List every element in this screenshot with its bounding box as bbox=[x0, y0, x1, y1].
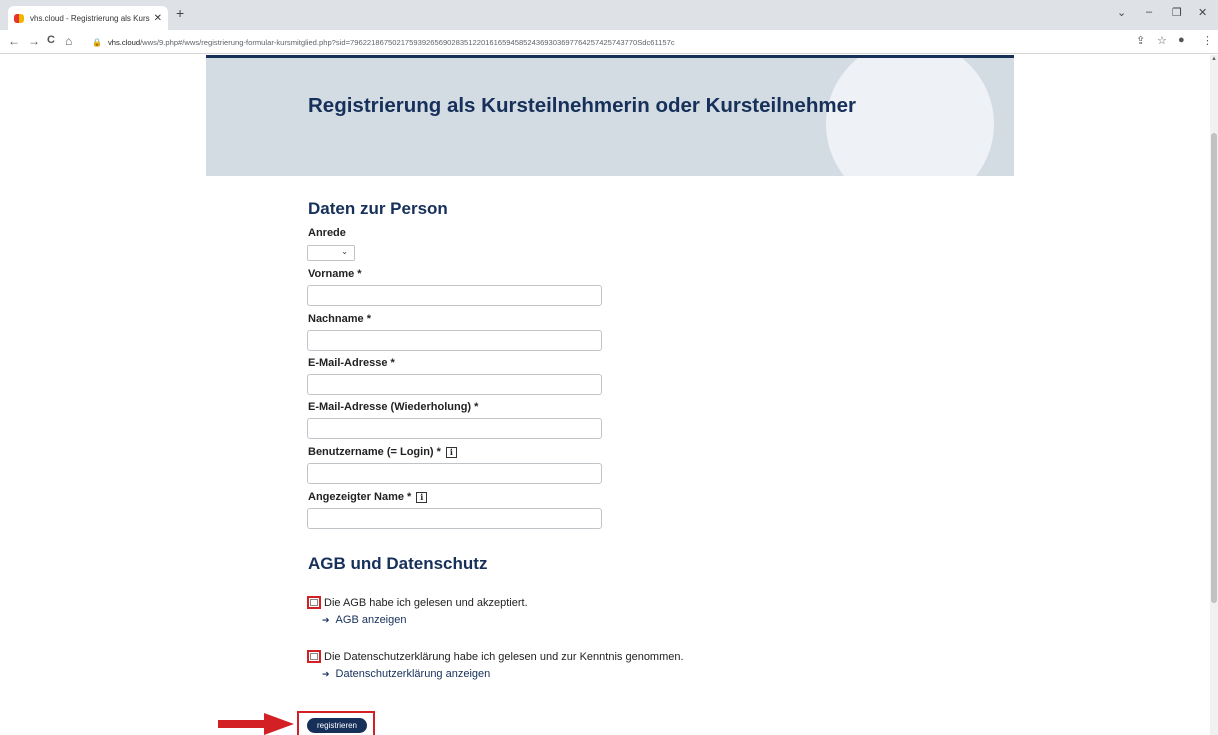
home-icon[interactable]: ⌂ bbox=[65, 34, 72, 48]
salutation-select[interactable]: ⌄ bbox=[307, 245, 355, 261]
lastname-label: Nachname * bbox=[308, 313, 371, 325]
url-host: vhs.cloud bbox=[107, 37, 141, 47]
agb-checkbox-row: Die AGB habe ich gelesen und akzeptiert. bbox=[307, 596, 528, 609]
privacy-link-row: ➔ Datenschutzerklärung anzeigen bbox=[322, 668, 490, 680]
scroll-up-arrow-icon[interactable]: ▲ bbox=[1211, 56, 1217, 62]
share-icon[interactable]: ⇪ bbox=[1136, 34, 1145, 47]
email-repeat-label: E-Mail-Adresse (Wiederholung) * bbox=[308, 401, 479, 413]
close-window-icon[interactable]: ✕ bbox=[1198, 6, 1207, 19]
tab-title: vhs.cloud - Registrierung als Kurs bbox=[30, 13, 150, 23]
bookmark-star-icon[interactable]: ☆ bbox=[1157, 34, 1167, 47]
username-label-row: Benutzername (= Login) * i bbox=[308, 446, 457, 458]
forward-icon[interactable]: → bbox=[28, 34, 40, 48]
page-header-banner: Registrierung als Kursteilnehmerin oder … bbox=[206, 55, 1014, 176]
maximize-icon[interactable]: ❐ bbox=[1172, 6, 1182, 19]
url-path: /wws/9.php#/wws/registrierung-formular-k… bbox=[140, 37, 675, 47]
displayname-input[interactable] bbox=[307, 508, 602, 529]
profile-icon[interactable]: ● bbox=[1178, 34, 1185, 46]
agb-checkbox-label: Die AGB habe ich gelesen und akzeptiert. bbox=[324, 596, 528, 609]
email-input[interactable] bbox=[307, 374, 602, 395]
tab-search-icon[interactable]: ⌄ bbox=[1117, 6, 1126, 19]
chevron-down-icon: ⌄ bbox=[341, 247, 348, 256]
arrow-right-icon: ➔ bbox=[322, 668, 330, 679]
agb-checkbox[interactable] bbox=[310, 599, 318, 606]
back-icon[interactable]: ← bbox=[8, 34, 20, 48]
page-scrollbar[interactable] bbox=[1210, 55, 1218, 735]
displayname-info-icon[interactable]: i bbox=[416, 491, 428, 503]
displayname-label: Angezeigter Name * bbox=[308, 491, 412, 503]
firstname-label: Vorname * bbox=[308, 268, 362, 280]
menu-kebab-icon[interactable]: ⋮ bbox=[1202, 34, 1213, 47]
privacy-checkbox-label: Die Datenschutzerklärung habe ich gelese… bbox=[324, 650, 684, 663]
privacy-highlight-frame bbox=[307, 650, 321, 663]
page-title: Registrierung als Kursteilnehmerin oder … bbox=[308, 94, 856, 117]
username-label: Benutzername (= Login) * bbox=[308, 446, 441, 458]
privacy-checkbox[interactable] bbox=[310, 653, 318, 660]
email-label: E-Mail-Adresse * bbox=[308, 357, 395, 369]
register-button[interactable]: registrieren bbox=[307, 718, 367, 733]
section-title-terms: AGB und Datenschutz bbox=[308, 554, 488, 573]
browser-tab[interactable]: vhs.cloud - Registrierung als Kurs ✕ bbox=[8, 6, 168, 30]
red-pointer-arrow-icon bbox=[218, 713, 294, 735]
agb-link[interactable]: AGB anzeigen bbox=[336, 614, 407, 626]
email-repeat-input[interactable] bbox=[307, 418, 602, 439]
browser-tabbar: vhs.cloud - Registrierung als Kurs ✕ + ⌄… bbox=[0, 0, 1218, 30]
lastname-input[interactable] bbox=[307, 330, 602, 351]
arrow-right-icon: ➔ bbox=[322, 614, 330, 625]
agb-link-row: ➔ AGB anzeigen bbox=[322, 614, 406, 626]
browser-addressbar: ← → C ⌂ 🔒 vhs.cloud /wws/9.php#/wws/regi… bbox=[0, 30, 1218, 54]
minimize-icon[interactable]: – bbox=[1146, 6, 1152, 18]
displayname-label-row: Angezeigter Name * i bbox=[308, 491, 428, 503]
agb-highlight-frame bbox=[307, 596, 321, 609]
privacy-link[interactable]: Datenschutzerklärung anzeigen bbox=[336, 668, 491, 680]
reload-icon[interactable]: C bbox=[47, 34, 55, 46]
section-title-personal: Daten zur Person bbox=[308, 199, 448, 218]
url-field[interactable]: 🔒 vhs.cloud /wws/9.php#/wws/registrierun… bbox=[92, 34, 675, 50]
new-tab-icon[interactable]: + bbox=[176, 5, 184, 21]
firstname-input[interactable] bbox=[307, 285, 602, 306]
username-input[interactable] bbox=[307, 463, 602, 484]
username-info-icon[interactable]: i bbox=[445, 446, 457, 458]
salutation-label: Anrede bbox=[308, 227, 346, 239]
lock-icon: 🔒 bbox=[92, 37, 102, 47]
privacy-checkbox-row: Die Datenschutzerklärung habe ich gelese… bbox=[307, 650, 684, 663]
scrollbar-thumb[interactable] bbox=[1211, 133, 1217, 603]
tab-close-icon[interactable]: ✕ bbox=[154, 13, 162, 24]
vhs-favicon-icon bbox=[14, 13, 25, 24]
